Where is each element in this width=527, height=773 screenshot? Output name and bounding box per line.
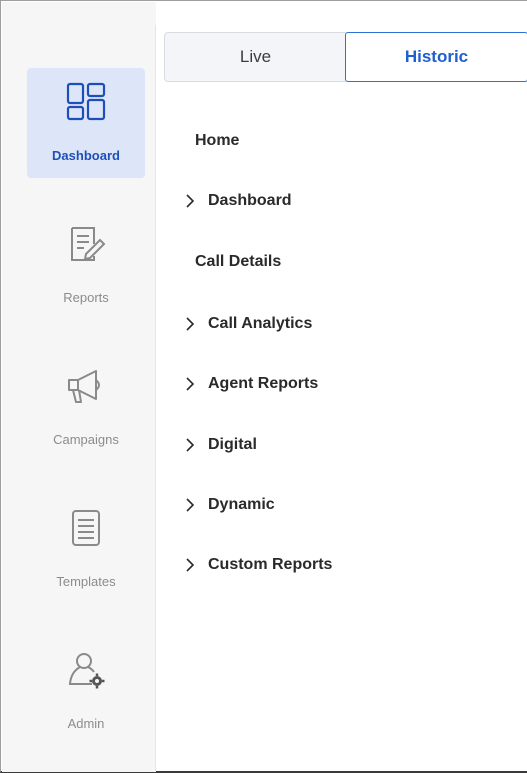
- view-tabs: Live Historic: [164, 32, 527, 82]
- dashboard-grid-icon: [66, 82, 106, 121]
- menu-item-custom-reports[interactable]: Custom Reports: [164, 549, 332, 581]
- menu-item-call-analytics[interactable]: Call Analytics: [164, 308, 312, 340]
- menu-item-call-details[interactable]: Call Details: [164, 246, 281, 278]
- document-lines-icon: [72, 510, 100, 546]
- menu-item-label: Digital: [208, 436, 257, 453]
- sidebar-item-label: Templates: [56, 574, 116, 589]
- sidebar-divider: [155, 25, 156, 771]
- menu-item-label: Dashboard: [208, 192, 292, 209]
- sidebar-item-templates[interactable]: Templates: [27, 494, 145, 604]
- sidebar-item-label: Campaigns: [53, 432, 119, 447]
- chevron-right-icon: [186, 438, 195, 452]
- sidebar-item-label: Reports: [63, 290, 109, 305]
- chevron-right-icon: [186, 194, 195, 208]
- sidebar-item-label: Dashboard: [52, 148, 120, 163]
- chevron-right-icon: [186, 317, 195, 331]
- menu-item-label: Dynamic: [208, 496, 275, 513]
- menu-item-label: Home: [195, 132, 240, 149]
- chevron-right-icon: [186, 377, 195, 391]
- sidebar-item-dashboard[interactable]: Dashboard: [27, 68, 145, 178]
- chevron-right-icon: [186, 558, 195, 572]
- tab-historic[interactable]: Historic: [345, 32, 527, 82]
- menu-item-label: Agent Reports: [208, 375, 319, 392]
- sidebar: Dashboard Reports Campaigns Templates Ad…: [2, 2, 156, 772]
- menu-item-agent-reports[interactable]: Agent Reports: [164, 368, 318, 400]
- menu-item-label: Call Details: [195, 253, 282, 270]
- user-gear-icon: [68, 653, 105, 689]
- sidebar-item-reports[interactable]: Reports: [27, 210, 145, 320]
- sidebar-item-admin[interactable]: Admin: [27, 636, 145, 746]
- menu-item-dashboard[interactable]: Dashboard: [164, 185, 292, 217]
- menu-item-label: Custom Reports: [208, 556, 333, 573]
- menu-item-dynamic[interactable]: Dynamic: [164, 489, 275, 521]
- megaphone-icon: [68, 370, 100, 403]
- menu-item-digital[interactable]: Digital: [164, 429, 257, 461]
- menu-item-label: Call Analytics: [208, 315, 313, 332]
- sidebar-item-label: Admin: [67, 716, 105, 731]
- sidebar-item-campaigns[interactable]: Campaigns: [27, 352, 145, 462]
- tab-live[interactable]: Live: [164, 32, 346, 82]
- report-edit-icon: [71, 227, 106, 261]
- chevron-right-icon: [186, 498, 195, 512]
- app-frame: Dashboard Reports Campaigns Templates Ad…: [0, 0, 527, 773]
- menu-item-home[interactable]: Home: [164, 125, 239, 157]
